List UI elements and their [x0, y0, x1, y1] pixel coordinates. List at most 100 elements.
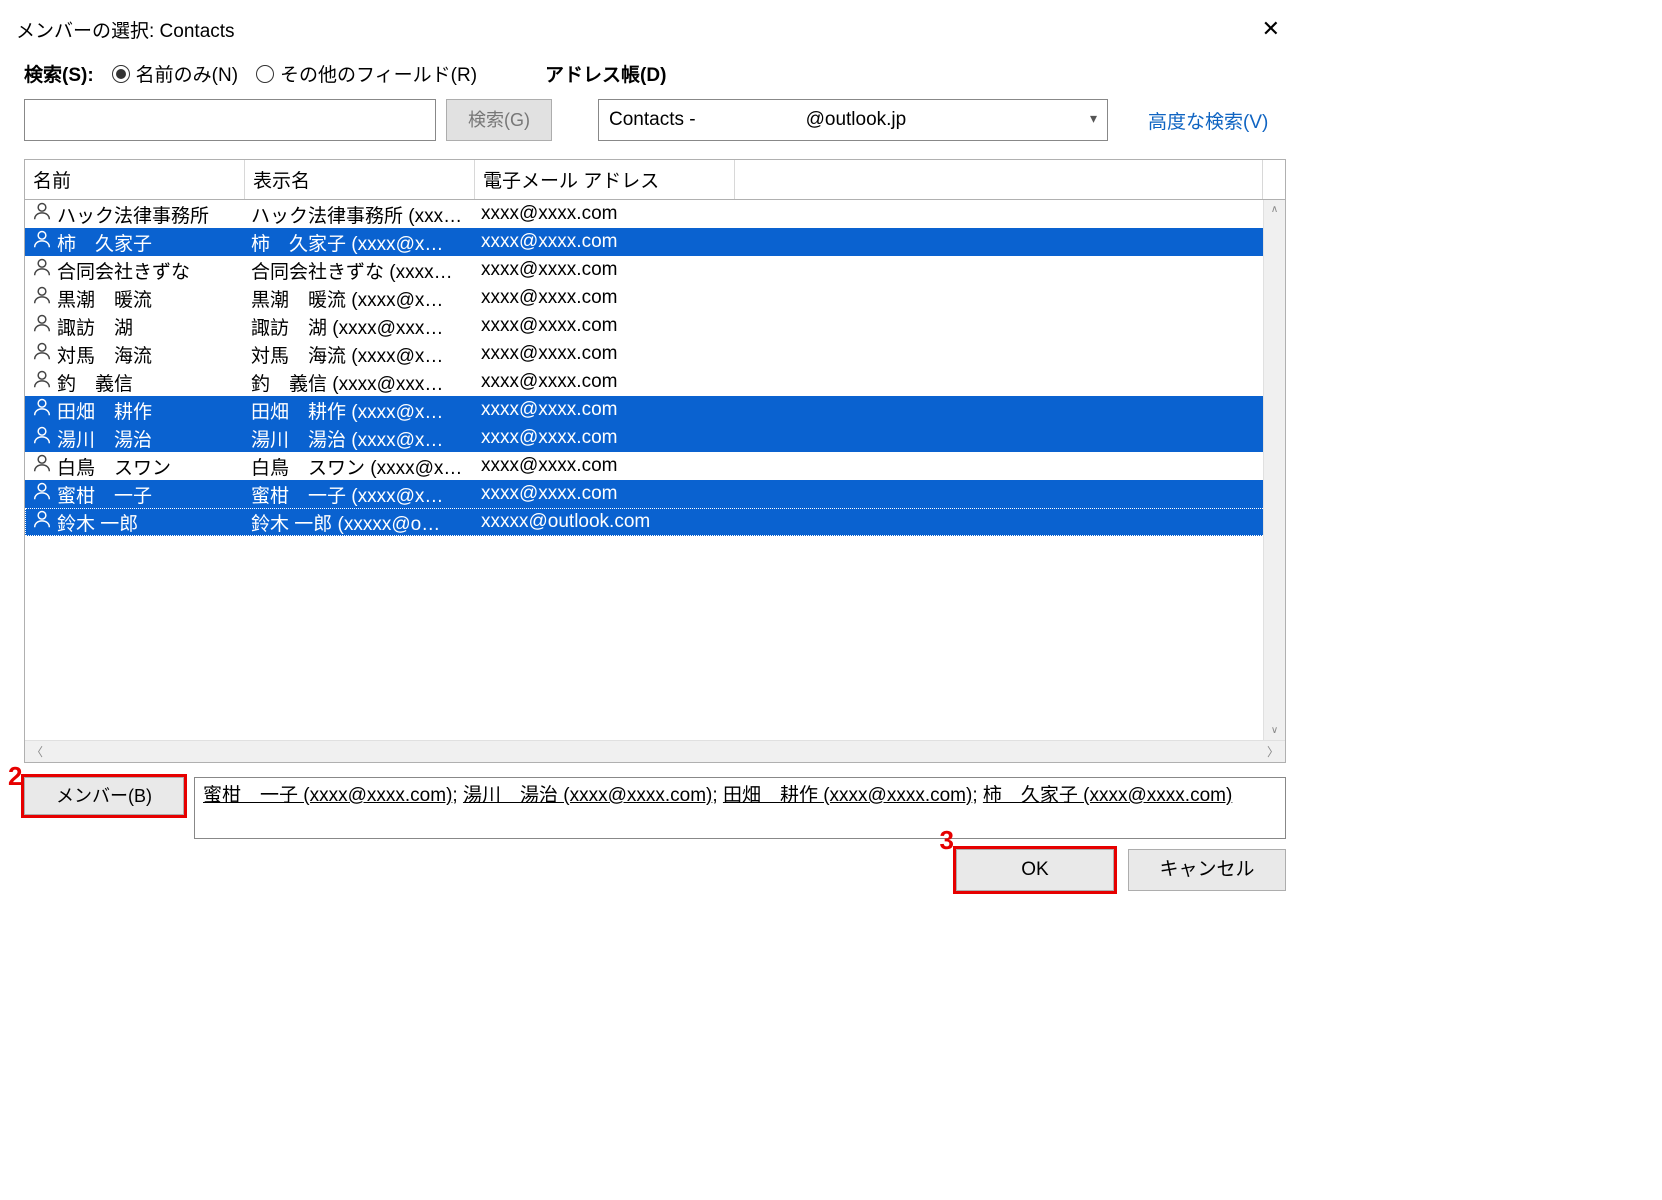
table-row[interactable]: 蜜柑 一子 蜜柑 一子 (xxxx@x…xxxx@xxxx.com: [25, 480, 1285, 508]
person-icon: [31, 312, 53, 340]
scrollbar-horizontal[interactable]: 〈 〉: [25, 740, 1285, 762]
row-display: 白鳥 スワン (xxxx@x…: [249, 453, 479, 480]
person-icon: [31, 228, 53, 256]
table-row[interactable]: 柿 久家子 柿 久家子 (xxxx@x…xxxx@xxxx.com: [25, 228, 1285, 256]
row-name: ハック法律事務所: [57, 201, 209, 228]
ok-button[interactable]: OK: [956, 849, 1114, 891]
row-name: 合同会社きずな: [57, 257, 190, 284]
person-icon: [31, 396, 53, 424]
member-entry: 蜜柑 一子 (xxxx@xxxx.com): [203, 785, 452, 806]
row-name: 諏訪 湖: [57, 313, 133, 340]
list-body[interactable]: ハック法律事務所ハック法律事務所 (xxx…xxxx@xxxx.com 柿 久家…: [25, 200, 1285, 740]
addressbook-suffix: @outlook.jp: [806, 109, 907, 131]
scrollbar-vertical[interactable]: ∧ ∨: [1263, 200, 1285, 740]
table-row[interactable]: 諏訪 湖 諏訪 湖 (xxxx@xxx…xxxx@xxxx.com: [25, 312, 1285, 340]
search-button[interactable]: 検索(G): [446, 99, 552, 141]
scroll-up-icon[interactable]: ∧: [1271, 204, 1278, 215]
col-name[interactable]: 名前: [25, 160, 245, 199]
row-email: xxxx@xxxx.com: [479, 399, 1279, 421]
table-row[interactable]: ハック法律事務所ハック法律事務所 (xxx…xxxx@xxxx.com: [25, 200, 1285, 228]
row-display: 釣 義信 (xxxx@xxx…: [249, 369, 479, 396]
person-icon: [31, 200, 53, 228]
chevron-down-icon: ▾: [1090, 110, 1097, 127]
row-email: xxxx@xxxx.com: [479, 231, 1279, 253]
dialog-buttons: 3 OK キャンセル: [24, 849, 1286, 891]
radio-icon: [256, 65, 274, 83]
members-field[interactable]: 蜜柑 一子 (xxxx@xxxx.com); 湯川 湯治 (xxxx@xxxx.…: [194, 777, 1286, 839]
row-email: xxxx@xxxx.com: [479, 483, 1279, 505]
person-icon: [31, 452, 53, 480]
row-name: 田畑 耕作: [57, 397, 152, 424]
annotation-number-3: 3: [940, 825, 954, 856]
table-row[interactable]: 鈴木 一郎 鈴木 一郎 (xxxxx@o…xxxxx@outlook.com: [25, 508, 1285, 536]
close-icon[interactable]: ✕: [1250, 14, 1292, 44]
row-email: xxxxx@outlook.com: [479, 511, 1279, 533]
row-name: 蜜柑 一子: [57, 481, 152, 508]
addressbook-label: アドレス帳(D): [545, 60, 666, 87]
person-icon: [31, 424, 53, 452]
cancel-button[interactable]: キャンセル: [1128, 849, 1286, 891]
search-input[interactable]: [24, 99, 436, 141]
member-entry: 柿 久家子 (xxxx@xxxx.com): [983, 785, 1232, 806]
person-icon: [31, 480, 53, 508]
scroll-left-icon[interactable]: 〈: [31, 743, 43, 760]
contact-list: 名前 表示名 電子メール アドレス ハック法律事務所 ハック法律事務所 (xxx……: [24, 159, 1286, 763]
addressbook-prefix: Contacts -: [609, 109, 696, 131]
person-icon: [31, 368, 53, 396]
radio-name-only[interactable]: 名前のみ(N): [112, 60, 238, 87]
advanced-search-link[interactable]: 高度な検索(V): [1148, 107, 1268, 134]
row-email: xxxx@xxxx.com: [479, 371, 1279, 393]
row-email: xxxx@xxxx.com: [479, 343, 1279, 365]
col-spacer: [735, 160, 1263, 199]
list-header: 名前 表示名 電子メール アドレス: [25, 160, 1285, 200]
table-row[interactable]: 白鳥 スワン 白鳥 スワン (xxxx@x…xxxx@xxxx.com: [25, 452, 1285, 480]
person-icon: [31, 284, 53, 312]
row-display: 鈴木 一郎 (xxxxx@o…: [249, 509, 479, 536]
radio-other-fields[interactable]: その他のフィールド(R): [256, 60, 477, 87]
annotation-number-2: 2: [8, 761, 22, 792]
col-display[interactable]: 表示名: [245, 160, 475, 199]
row-display: 合同会社きずな (xxxx…: [249, 257, 479, 284]
row-email: xxxx@xxxx.com: [479, 427, 1279, 449]
person-icon: [31, 340, 53, 368]
col-scroll: [1263, 160, 1285, 199]
dialog-title: メンバーの選択: Contacts: [16, 16, 235, 43]
select-members-dialog: メンバーの選択: Contacts ✕ 検索(S): 名前のみ(N) その他のフ…: [10, 10, 1300, 901]
table-row[interactable]: 対馬 海流対馬 海流 (xxxx@x…xxxx@xxxx.com: [25, 340, 1285, 368]
row-name: 釣 義信: [57, 369, 133, 396]
titlebar: メンバーの選択: Contacts ✕: [10, 10, 1300, 54]
row-name: 湯川 湯治: [57, 425, 152, 452]
radio-other-fields-label: その他のフィールド(R): [280, 60, 477, 87]
table-row[interactable]: 釣 義信 釣 義信 (xxxx@xxx…xxxx@xxxx.com: [25, 368, 1285, 396]
members-button[interactable]: メンバー(B): [24, 777, 184, 815]
radio-name-only-label: 名前のみ(N): [136, 60, 238, 87]
person-icon: [31, 256, 53, 284]
member-entry: 湯川 湯治 (xxxx@xxxx.com): [463, 785, 712, 806]
col-email[interactable]: 電子メール アドレス: [475, 160, 735, 199]
row-display: 黒潮 暖流 (xxxx@x…: [249, 285, 479, 312]
person-icon: [31, 508, 53, 536]
row-email: xxxx@xxxx.com: [479, 259, 1279, 281]
search-label: 検索(S):: [24, 60, 94, 87]
scroll-down-icon[interactable]: ∨: [1271, 725, 1278, 736]
row-name: 黒潮 暖流: [57, 285, 152, 312]
row-display: 蜜柑 一子 (xxxx@x…: [249, 481, 479, 508]
row-display: 柿 久家子 (xxxx@x…: [249, 229, 479, 256]
row-name: 鈴木 一郎: [57, 509, 138, 536]
row-name: 柿 久家子: [57, 229, 152, 256]
row-email: xxxx@xxxx.com: [479, 315, 1279, 337]
row-display: ハック法律事務所 (xxx…: [249, 201, 479, 228]
members-row: 2 メンバー(B) 蜜柑 一子 (xxxx@xxxx.com); 湯川 湯治 (…: [24, 777, 1286, 839]
table-row[interactable]: 黒潮 暖流 黒潮 暖流 (xxxx@x…xxxx@xxxx.com: [25, 284, 1285, 312]
addressbook-select[interactable]: Contacts - @outlook.jp ▾: [598, 99, 1108, 141]
table-row[interactable]: 湯川 湯治 湯川 湯治 (xxxx@x…xxxx@xxxx.com: [25, 424, 1285, 452]
row-email: xxxx@xxxx.com: [479, 287, 1279, 309]
row-name: 白鳥 スワン: [57, 453, 171, 480]
row-email: xxxx@xxxx.com: [479, 455, 1279, 477]
table-row[interactable]: 合同会社きずな 合同会社きずな (xxxx…xxxx@xxxx.com: [25, 256, 1285, 284]
row-display: 湯川 湯治 (xxxx@x…: [249, 425, 479, 452]
table-row[interactable]: 田畑 耕作 田畑 耕作 (xxxx@x…xxxx@xxxx.com: [25, 396, 1285, 424]
scroll-right-icon[interactable]: 〉: [1267, 743, 1279, 760]
row-display: 田畑 耕作 (xxxx@x…: [249, 397, 479, 424]
row-display: 諏訪 湖 (xxxx@xxx…: [249, 313, 479, 340]
